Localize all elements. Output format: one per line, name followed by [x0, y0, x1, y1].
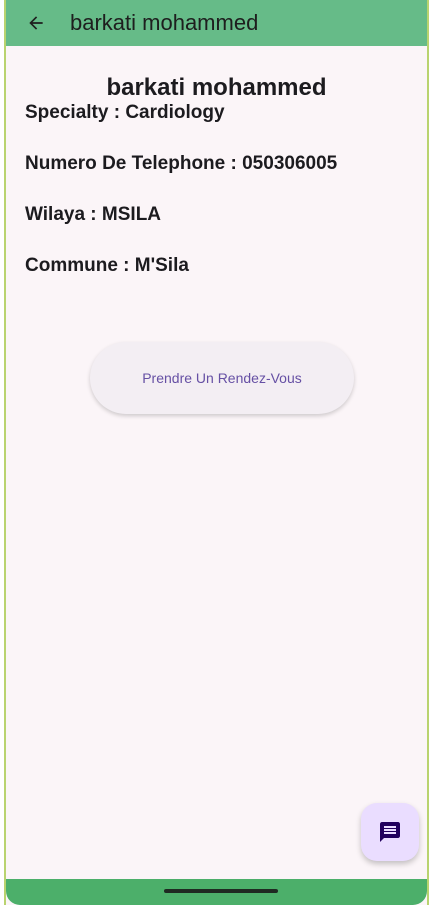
doctor-phone: Numero De Telephone : 050306005: [25, 153, 338, 174]
doctor-name: barkati mohammed: [106, 74, 327, 101]
appbar-title: barkati mohammed: [70, 10, 259, 35]
system-nav-bar: [6, 879, 427, 905]
doctor-details: barkati mohammed Specialty : Cardiology …: [6, 46, 427, 306]
chat-message-icon: [380, 822, 400, 842]
phone-screen: barkati mohammed barkati mohammed Specia…: [4, 0, 429, 905]
home-indicator[interactable]: [164, 889, 278, 893]
doctor-specialty: Specialty : Cardiology: [25, 102, 225, 123]
book-appointment-button[interactable]: Prendre Un Rendez-Vous: [90, 342, 354, 414]
chat-fab-button[interactable]: [361, 803, 419, 861]
book-appointment-label: Prendre Un Rendez-Vous: [142, 370, 302, 386]
doctor-wilaya: Wilaya : MSILA: [25, 204, 162, 225]
arrow-back-icon: [29, 16, 43, 30]
back-button[interactable]: [16, 3, 56, 43]
doctor-commune: Commune : M'Sila: [25, 255, 189, 276]
app-bar: barkati mohammed: [6, 0, 427, 46]
